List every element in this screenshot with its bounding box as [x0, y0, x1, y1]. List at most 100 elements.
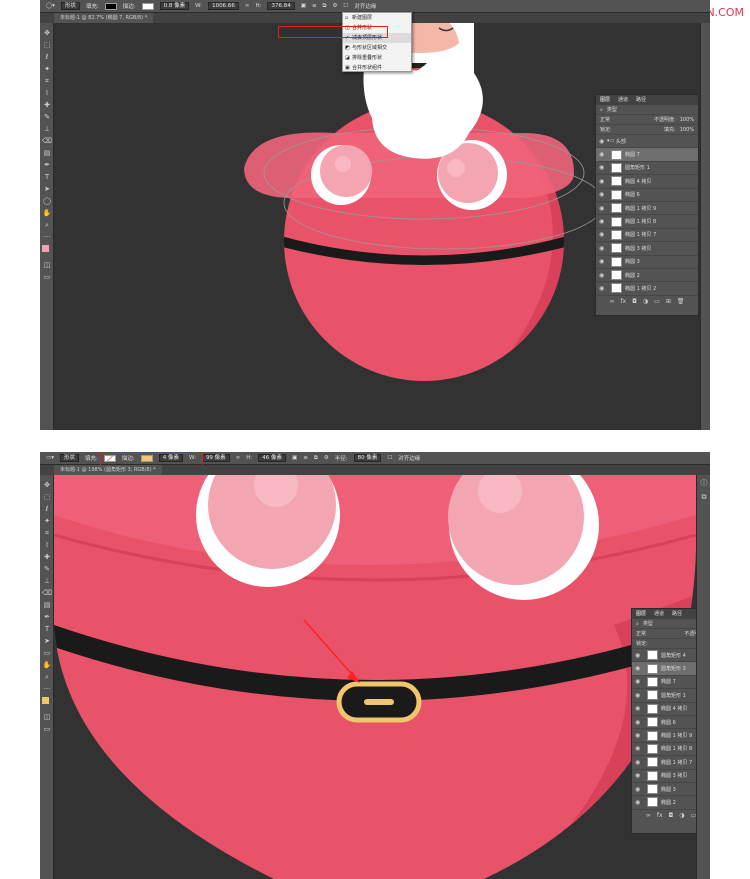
pen-tool-icon[interactable]: ✒ — [42, 161, 52, 170]
tab-layers[interactable]: 图层 — [636, 609, 646, 619]
rectangle-tool-icon[interactable]: ▭ — [42, 649, 52, 658]
layer-row[interactable]: ◉ 椭圆 2 — [596, 269, 698, 283]
eye-icon[interactable]: ◉ — [635, 759, 643, 766]
eye-icon[interactable]: ◉ — [599, 191, 607, 198]
blend-mode-select[interactable]: 正常 — [600, 116, 610, 123]
gradient-tool-icon[interactable]: ▤ — [42, 149, 52, 158]
properties-icon[interactable]: ⧉ — [699, 493, 709, 502]
tool-mode-select[interactable]: 形状 — [59, 454, 79, 462]
eye-icon[interactable]: ◉ — [599, 272, 607, 279]
eyedropper-tool-icon[interactable]: ⌇ — [42, 89, 52, 98]
shape-tool-icon[interactable]: ▭▾ — [46, 455, 54, 461]
layer-row[interactable]: ◉ 椭圆 3 拷贝 — [596, 242, 698, 256]
eye-icon[interactable]: ◉ — [635, 719, 643, 726]
screen-mode-icon[interactable]: ▭ — [42, 273, 52, 282]
eye-icon[interactable]: ◉ — [599, 218, 607, 225]
radius-field[interactable]: 80 像素 — [353, 454, 382, 462]
path-select-tool-icon[interactable]: ➤ — [42, 185, 52, 194]
layer-kind-select[interactable]: 类型 — [643, 620, 653, 627]
eye-icon[interactable]: ◉ — [635, 772, 643, 779]
layer-row[interactable]: ◉ 椭圆 1 拷贝 9 — [596, 202, 698, 216]
hand-tool-icon[interactable]: ✋ — [42, 661, 52, 670]
path-operations-icon[interactable]: ▣ — [301, 3, 306, 9]
eye-icon[interactable]: ◉ — [599, 231, 607, 238]
eraser-tool-icon[interactable]: ⌫ — [42, 589, 52, 598]
mask-icon[interactable]: ◘ — [632, 298, 637, 305]
eye-icon[interactable]: ◉ — [599, 151, 607, 158]
move-tool-icon[interactable]: ✥ — [42, 29, 52, 38]
eye-icon[interactable]: ◉ — [635, 705, 643, 712]
eye-icon[interactable]: ◉ — [599, 138, 607, 145]
tab-channels[interactable]: 通道 — [654, 609, 664, 619]
adjustment-icon[interactable]: ◑ — [679, 812, 684, 819]
layer-row[interactable]: ◉ 椭圆 1 拷贝 7 — [596, 229, 698, 243]
document-tab[interactable]: 未标题-1 @ 82.7% (椭圆 7, RGB/8) * — [54, 13, 154, 23]
stroke-swatch[interactable] — [141, 2, 154, 10]
eye-icon[interactable]: ◉ — [599, 178, 607, 185]
blend-mode-select[interactable]: 正常 — [636, 630, 646, 637]
layer-group[interactable]: ◉ ▾▭ 头部 — [596, 135, 698, 149]
trash-icon[interactable]: 🗑 — [677, 298, 685, 305]
fill-swatch[interactable] — [104, 2, 117, 10]
fx-icon[interactable]: fx — [657, 812, 663, 819]
eraser-tool-icon[interactable]: ⌫ — [42, 137, 52, 146]
eye-icon[interactable]: ◉ — [599, 205, 607, 212]
crop-tool-icon[interactable]: ⌗ — [42, 77, 52, 86]
eye-icon[interactable]: ◉ — [599, 285, 607, 292]
align-edges-checkbox[interactable]: ☐ — [387, 455, 392, 461]
layer-row[interactable]: ◉ 椭圆 4 拷贝 — [596, 175, 698, 189]
menu-item-merge-shape-components[interactable]: ▣ 合并形状组件 — [343, 63, 411, 73]
tab-channels[interactable]: 通道 — [618, 95, 628, 105]
brush-tool-icon[interactable]: ✎ — [42, 565, 52, 574]
marquee-tool-icon[interactable]: ⬚ — [42, 493, 52, 502]
eyedropper-tool-icon[interactable]: ⌇ — [42, 541, 52, 550]
eye-icon[interactable]: ◉ — [635, 745, 643, 752]
tab-layers[interactable]: 图层 — [600, 95, 610, 105]
eye-icon[interactable]: ◉ — [599, 245, 607, 252]
path-arrangement-icon[interactable]: ⧉ — [314, 455, 318, 462]
width-field[interactable]: 99 像素 — [201, 454, 230, 462]
type-tool-icon[interactable]: T — [42, 173, 52, 182]
layer-row[interactable]: ◉ 椭圆 1 拷贝 2 — [596, 282, 698, 296]
menu-item-exclude-overlapping[interactable]: ◪ 排除重叠形状 — [343, 53, 411, 63]
zoom-tool-icon[interactable]: ⌕ — [42, 221, 52, 230]
menu-item-new-layer[interactable]: ▫ 新建图层 — [343, 13, 411, 23]
magic-wand-tool-icon[interactable]: ✦ — [42, 517, 52, 526]
eye-icon[interactable]: ◉ — [635, 652, 643, 659]
crop-tool-icon[interactable]: ⌗ — [42, 529, 52, 538]
quick-mask-icon[interactable]: ◫ — [42, 261, 52, 270]
mask-icon[interactable]: ◘ — [669, 812, 674, 819]
layer-row[interactable]: ◉ 椭圆 6 — [596, 189, 698, 202]
path-arrangement-icon[interactable]: ⧉ — [323, 3, 327, 10]
more-tools-icon[interactable]: ··· — [42, 233, 52, 242]
pen-tool-icon[interactable]: ✒ — [42, 613, 52, 622]
lasso-tool-icon[interactable]: ℓ — [42, 53, 52, 62]
link-layers-icon[interactable]: ∞ — [646, 812, 651, 819]
info-icon[interactable]: ⓘ — [699, 479, 709, 488]
width-field[interactable]: 1006.66 — [208, 2, 239, 10]
eye-icon[interactable]: ◉ — [599, 164, 607, 171]
eye-icon[interactable]: ◉ — [635, 799, 643, 806]
stamp-tool-icon[interactable]: ⊥ — [42, 577, 52, 586]
gradient-tool-icon[interactable]: ▤ — [42, 601, 52, 610]
menu-item-intersect-shapes[interactable]: ◩ 与形状区域相交 — [343, 43, 411, 53]
more-tools-icon[interactable]: ··· — [42, 685, 52, 694]
quick-mask-icon[interactable]: ◫ — [42, 713, 52, 722]
tab-paths[interactable]: 路径 — [672, 609, 682, 619]
ellipse-tool-icon[interactable]: ◯ — [42, 197, 52, 206]
hand-tool-icon[interactable]: ✋ — [42, 209, 52, 218]
link-icon[interactable]: ∞ — [236, 455, 241, 461]
zoom-tool-icon[interactable]: ⌕ — [42, 673, 52, 682]
layer-row[interactable]: ◉ 椭圆 7 — [596, 148, 698, 162]
adjustment-icon[interactable]: ◑ — [643, 298, 648, 305]
foreground-color-swatch[interactable] — [42, 245, 49, 252]
magic-wand-tool-icon[interactable]: ✦ — [42, 65, 52, 74]
layer-row[interactable]: ◉ 椭圆 3 — [596, 256, 698, 269]
tool-mode-select[interactable]: 形状 — [60, 2, 80, 10]
marquee-tool-icon[interactable]: ⬚ — [42, 41, 52, 50]
brush-tool-icon[interactable]: ✎ — [42, 113, 52, 122]
fill-field[interactable]: 100% — [680, 127, 694, 133]
healing-tool-icon[interactable]: ✚ — [42, 101, 52, 110]
canvas[interactable] — [54, 475, 696, 879]
type-tool-icon[interactable]: T — [42, 625, 52, 634]
